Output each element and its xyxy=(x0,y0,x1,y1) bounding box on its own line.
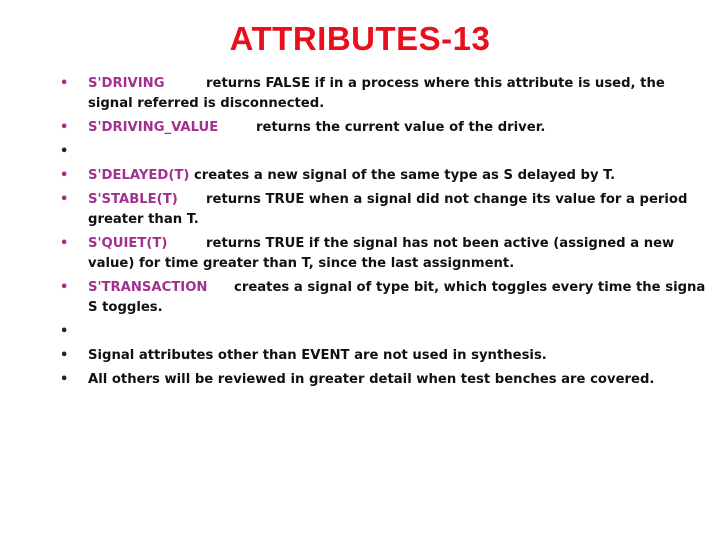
list-item-synthesis-note: • Signal attributes other than EVENT are… xyxy=(56,346,706,366)
list-item-empty: • xyxy=(56,322,706,342)
attribute-name: S'DELAYED(T) xyxy=(88,168,190,183)
list-item-review-note: • All others will be reviewed in greater… xyxy=(56,370,706,390)
bullet-icon: • xyxy=(60,168,69,183)
list-item-transaction: • S'TRANSACTION creates a signal of type … xyxy=(56,278,706,318)
bullet-list: • S'DRIVING returns FALSE if in a process… xyxy=(56,74,706,394)
note-text: Signal attributes other than EVENT are n… xyxy=(88,348,547,363)
bullet-icon: • xyxy=(60,236,69,251)
attribute-name: S'STABLE(T) xyxy=(88,192,178,207)
bullet-icon: • xyxy=(60,76,69,91)
list-item-stable: • S'STABLE(T) returns TRUE when a signal … xyxy=(56,190,706,230)
slide: ATTRIBUTES-13 • S'DRIVING returns FALSE i… xyxy=(0,0,720,540)
bullet-icon: • xyxy=(60,324,69,339)
bullet-icon: • xyxy=(60,144,69,159)
attribute-description: returns the current value of the driver. xyxy=(256,120,546,135)
attribute-name: S'QUIET(T) xyxy=(88,236,168,251)
bullet-icon: • xyxy=(60,120,69,135)
list-item-delayed: • S'DELAYED(T) creates a new signal of t… xyxy=(56,166,706,186)
bullet-icon: • xyxy=(60,372,69,387)
attribute-name: S'DRIVING xyxy=(88,76,165,91)
note-text: All others will be reviewed in greater d… xyxy=(88,372,655,387)
bullet-icon: • xyxy=(60,280,69,295)
list-item-empty: • xyxy=(56,142,706,162)
attribute-name: S'TRANSACTION xyxy=(88,280,208,295)
list-item-driving: • S'DRIVING returns FALSE if in a process… xyxy=(56,74,706,114)
attribute-description: creates a new signal of the same type as… xyxy=(189,168,616,183)
attribute-name: S'DRIVING_VALUE xyxy=(88,120,219,135)
bullet-icon: • xyxy=(60,348,69,363)
bullet-icon: • xyxy=(60,192,69,207)
list-item-quiet: • S'QUIET(T) returns TRUE if the signal h… xyxy=(56,234,706,274)
slide-title: ATTRIBUTES-13 xyxy=(229,20,491,57)
list-item-driving-value: • S'DRIVING_VALUE returns the current val… xyxy=(56,118,706,138)
